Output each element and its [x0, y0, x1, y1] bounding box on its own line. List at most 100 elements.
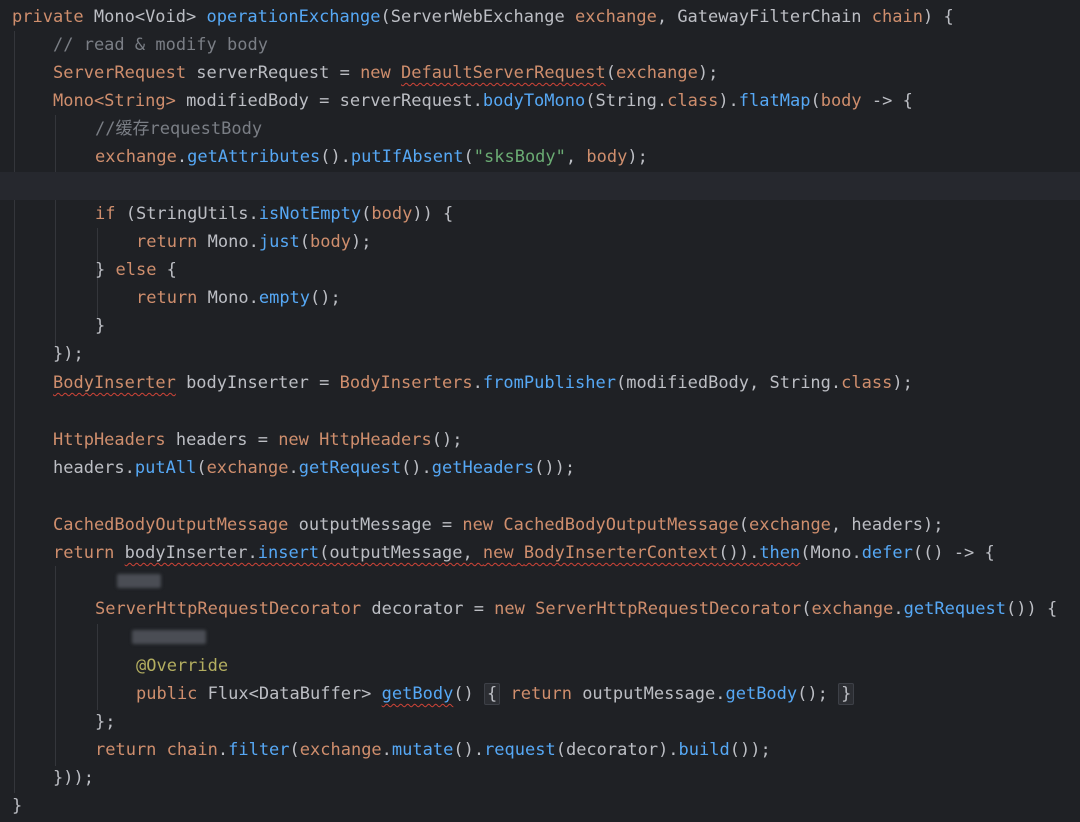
code-line[interactable]: public Flux<DataBuffer> getBody() { retu…: [136, 680, 1080, 708]
code-line[interactable]: return Mono.just(body);: [136, 228, 1080, 256]
code-text: (: [361, 204, 372, 224]
code-text: ();: [310, 288, 341, 308]
code-text: );: [892, 373, 913, 393]
code-text: bodyInserter.: [124, 543, 258, 563]
fold-marker[interactable]: }: [838, 683, 855, 705]
code-line[interactable]: [117, 567, 1080, 595]
method-name: getRequest: [903, 599, 1006, 619]
code-text: );: [697, 63, 719, 83]
code-line[interactable]: [132, 623, 1080, 651]
method-name: filter: [228, 740, 290, 760]
fold-marker[interactable]: {: [484, 683, 501, 705]
code-text: }: [95, 260, 116, 280]
code-line[interactable]: return bodyInserter.insert(outputMessage…: [53, 539, 1080, 567]
code-text: serverRequest =: [186, 63, 361, 83]
type-name: HttpHeaders: [53, 430, 166, 450]
annotation: @Override: [136, 656, 229, 676]
code-text: ());: [534, 458, 576, 478]
type-name: ServerHttpRequestDecorator: [95, 599, 362, 619]
code-line[interactable]: BodyInserter bodyInserter = BodyInserter…: [53, 369, 1080, 397]
code-text: modifiedBody = serverRequest.: [175, 91, 483, 111]
parameter: exchange: [811, 599, 894, 619]
keyword: return: [510, 684, 572, 704]
code-text: (Mono.: [800, 543, 862, 563]
parameter: body: [586, 147, 628, 167]
code-line[interactable]: }: [12, 792, 1080, 820]
indent-guide: [14, 31, 15, 793]
keyword: else: [115, 260, 157, 280]
indent-guide: [55, 566, 56, 766]
code-text: .: [176, 147, 188, 167]
code-line[interactable]: } else {: [95, 256, 1080, 284]
code-line[interactable]: }: [95, 312, 1080, 340]
code-line[interactable]: };: [95, 708, 1080, 736]
code-text: bodyInserter =: [175, 373, 340, 393]
code-text: ());: [729, 740, 771, 760]
code-text: Mono.: [197, 288, 259, 308]
method-name: getHeaders: [431, 458, 535, 478]
code-text: ,: [565, 147, 587, 167]
code-text: ().: [453, 740, 485, 760]
current-line-highlight[interactable]: [0, 172, 1080, 200]
keyword: return: [136, 232, 198, 252]
method-name: defer: [861, 543, 913, 563]
keyword: new: [462, 515, 494, 535]
class-name: BodyInserterContext: [523, 543, 719, 563]
parameter: exchange: [615, 63, 698, 83]
code-text: };: [95, 712, 116, 732]
parameter: body: [310, 232, 351, 252]
code-text: );: [627, 147, 648, 167]
code-text: (: [801, 599, 812, 619]
code-line[interactable]: @Override: [136, 652, 1080, 680]
code-line[interactable]: // read & modify body: [53, 31, 1080, 59]
type-name: BodyInserter: [53, 373, 176, 393]
code-line[interactable]: ServerRequest serverRequest = new Defaul…: [53, 59, 1080, 87]
code-text: .: [893, 599, 904, 619]
method-name: flatMap: [738, 91, 811, 111]
code-text: (StringUtils.: [115, 204, 259, 224]
code-text: }));: [53, 768, 94, 788]
code-line[interactable]: if (StringUtils.isNotEmpty(body)) {: [95, 200, 1080, 228]
code-line[interactable]: //缓存requestBody: [95, 115, 1080, 143]
code-text: ().: [320, 147, 351, 167]
code-line[interactable]: Mono<String> modifiedBody = serverReques…: [53, 87, 1080, 115]
code-text: decorator =: [361, 599, 495, 619]
method-name: fromPublisher: [482, 373, 616, 393]
code-line[interactable]: return Mono.empty();: [136, 284, 1080, 312]
code-text: outputMessage.: [571, 684, 726, 704]
parameter: body: [371, 204, 413, 224]
parameter: exchange: [95, 147, 177, 167]
code-text: (: [289, 740, 300, 760]
method-name: empty: [258, 288, 311, 308]
code-line[interactable]: return chain.filter(exchange.mutate().re…: [95, 736, 1080, 764]
code-text: )) {: [412, 204, 454, 224]
code-text: Mono<Void>: [83, 7, 207, 27]
code-text: , headers);: [830, 515, 944, 535]
code-text: .: [217, 740, 229, 760]
code-line[interactable]: });: [53, 340, 1080, 368]
code-text: (ServerWebExchange: [380, 7, 575, 27]
code-line[interactable]: ServerHttpRequestDecorator decorator = n…: [95, 595, 1080, 623]
class-name: ServerHttpRequestDecorator: [535, 599, 802, 619]
code-line[interactable]: headers.putAll(exchange.getRequest().get…: [53, 454, 1080, 482]
code-text: .: [381, 740, 392, 760]
code-line[interactable]: HttpHeaders headers = new HttpHeaders();: [53, 426, 1080, 454]
method-name: getRequest: [298, 458, 402, 478]
method-name: isNotEmpty: [258, 204, 362, 224]
code-line[interactable]: }));: [53, 764, 1080, 792]
code-line[interactable]: private Mono<Void> operationExchange(Ser…: [12, 3, 1080, 31]
code-text: ()).: [718, 543, 760, 563]
keyword: new: [494, 599, 525, 619]
code-editor[interactable]: private Mono<Void> operationExchange(Ser…: [0, 0, 1080, 822]
keyword: public: [136, 684, 198, 704]
code-line[interactable]: exchange.getAttributes().putIfAbsent("sk…: [95, 143, 1080, 171]
code-line[interactable]: CachedBodyOutputMessage outputMessage = …: [53, 511, 1080, 539]
parameter: chain: [871, 7, 923, 27]
code-text: ()) {: [1006, 599, 1058, 619]
